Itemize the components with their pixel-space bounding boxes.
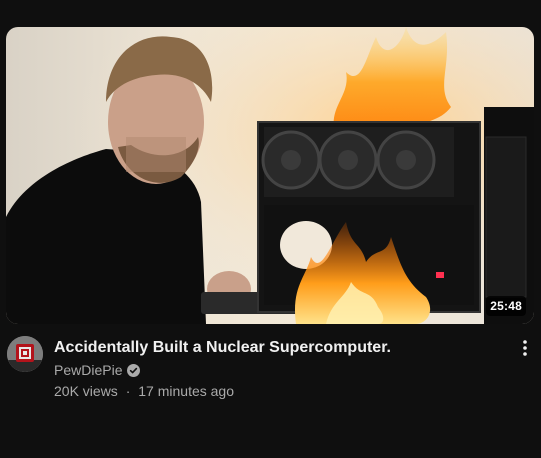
video-metadata: 20K views · 17 minutes ago: [54, 382, 234, 400]
video-card: 25:48 Accidentally Built a Nuclear Super…: [0, 0, 541, 458]
more-vertical-icon[interactable]: [513, 336, 537, 360]
verified-check-icon: [127, 363, 141, 377]
video-thumbnail[interactable]: 25:48: [6, 27, 534, 324]
video-title[interactable]: Accidentally Built a Nuclear Supercomput…: [54, 338, 494, 358]
meta-separator: ·: [125, 383, 131, 399]
avatar-image: [7, 336, 43, 372]
duration-badge: 25:48: [486, 296, 526, 316]
view-count: 20K views: [54, 383, 118, 399]
thumbnail-image: [6, 27, 534, 324]
channel-name[interactable]: PewDiePie: [54, 361, 122, 379]
channel-link[interactable]: PewDiePie: [54, 361, 141, 379]
channel-avatar[interactable]: [7, 336, 43, 372]
upload-age: 17 minutes ago: [138, 383, 234, 399]
